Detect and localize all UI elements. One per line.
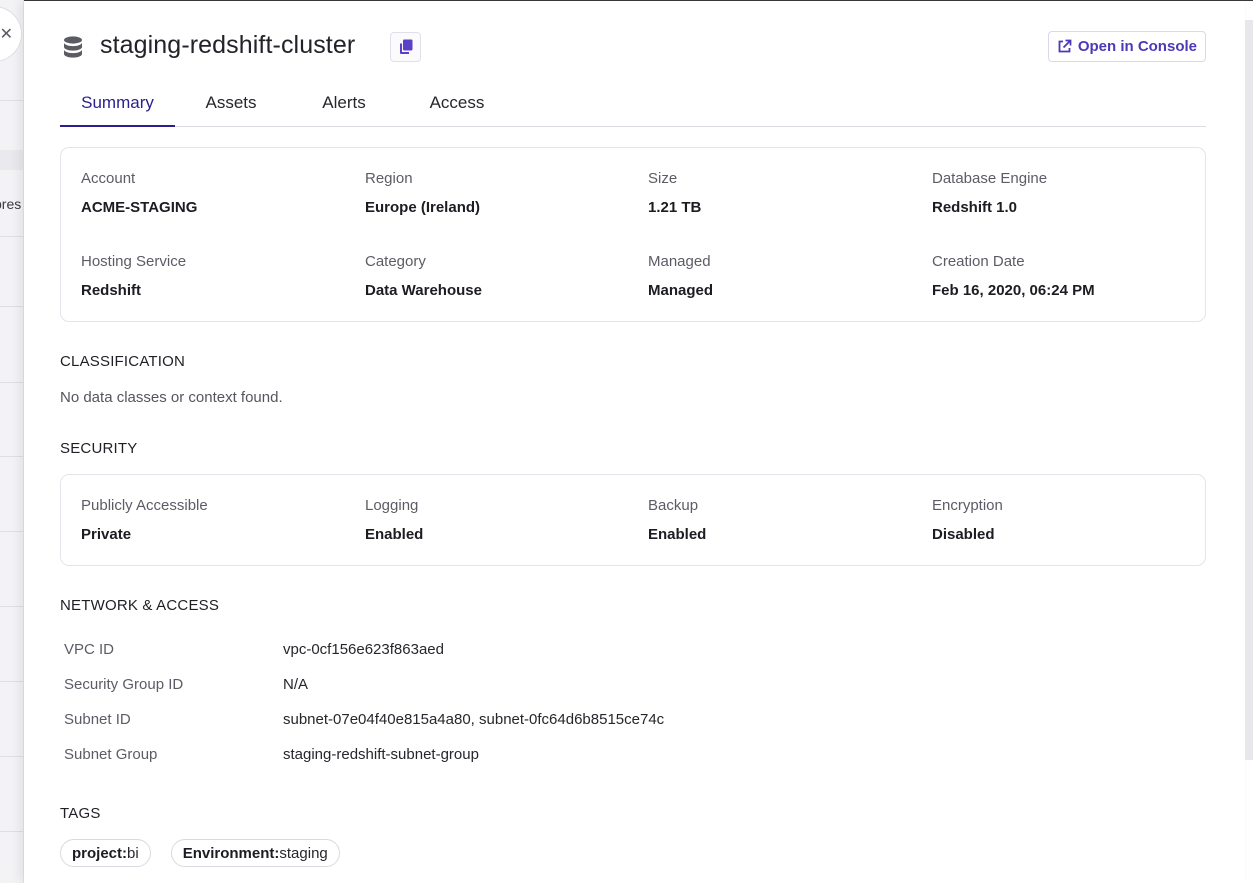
- overview-region: Region Europe (Ireland): [365, 170, 635, 216]
- overview-label: Hosting Service: [81, 253, 187, 270]
- network-key: Subnet ID: [64, 711, 131, 728]
- security-backup: Backup Enabled: [648, 497, 918, 543]
- overview-hosting-service: Hosting Service Redshift: [81, 253, 351, 299]
- background-truncated-text: pres: [0, 196, 22, 212]
- security-label: Backup: [648, 497, 699, 514]
- overview-label: Region: [365, 170, 413, 187]
- network-access-heading: NETWORK & ACCESS: [60, 597, 220, 614]
- scrollbar[interactable]: [1245, 20, 1253, 760]
- overview-account: Account ACME-STAGING: [81, 170, 351, 216]
- overview-label: Creation Date: [932, 253, 1025, 270]
- open-in-console-label: Open in Console: [1077, 38, 1197, 55]
- tag-list: project: bi Environment: staging: [60, 839, 340, 867]
- classification-empty-text: No data classes or context found.: [60, 389, 283, 406]
- tag-chip[interactable]: Environment: staging: [170, 839, 340, 867]
- close-icon: ✕: [0, 26, 13, 43]
- tab-alerts[interactable]: Alerts: [316, 79, 372, 127]
- overview-value: Managed: [648, 282, 714, 299]
- overview-managed: Managed Managed: [648, 253, 918, 299]
- tab-access[interactable]: Access: [426, 79, 488, 127]
- network-row-subnet-id: Subnet ID subnet-07e04f40e815a4a80, subn…: [64, 711, 1164, 731]
- overview-label: Category: [365, 253, 426, 270]
- overview-database-engine: Database Engine Redshift 1.0: [932, 170, 1202, 216]
- network-key: Subnet Group: [64, 746, 158, 763]
- overview-creation-date: Creation Date Feb 16, 2020, 06:24 PM: [932, 253, 1202, 299]
- security-value: Enabled: [648, 526, 707, 543]
- overview-value: Redshift: [81, 282, 141, 299]
- details-drawer: staging-redshift-cluster Open in Console…: [24, 1, 1245, 883]
- database-icon: [64, 36, 82, 58]
- copy-title-button[interactable]: [390, 32, 421, 62]
- overview-label: Size: [648, 170, 678, 187]
- network-row-vpc-id: VPC ID vpc-0cf156e623f863aed: [64, 641, 1164, 661]
- network-value: staging-redshift-subnet-group: [283, 746, 479, 763]
- drawer-header: staging-redshift-cluster Open in Console: [60, 29, 1206, 65]
- background-page: pres: [0, 0, 24, 883]
- security-value: Disabled: [932, 526, 995, 543]
- network-row-security-group-id: Security Group ID N/A: [64, 676, 1164, 696]
- network-key: Security Group ID: [64, 676, 184, 693]
- security-publicly-accessible: Publicly Accessible Private: [81, 497, 351, 543]
- resource-title: staging-redshift-cluster: [100, 31, 356, 59]
- overview-label: Managed: [648, 253, 711, 270]
- open-in-console-button[interactable]: Open in Console: [1047, 31, 1206, 62]
- tag-chip[interactable]: project: bi: [60, 839, 151, 867]
- overview-label: Database Engine: [932, 170, 1048, 187]
- network-value: subnet-07e04f40e815a4a80, subnet-0fc64d6…: [283, 711, 665, 728]
- security-label: Encryption: [932, 497, 1003, 514]
- security-value: Private: [81, 526, 132, 543]
- security-logging: Logging Enabled: [365, 497, 635, 543]
- tab-assets[interactable]: Assets: [200, 79, 262, 127]
- network-key: VPC ID: [64, 641, 115, 658]
- tag-key: project:: [72, 844, 128, 862]
- overview-size: Size 1.21 TB: [648, 170, 918, 216]
- tag-value: staging: [279, 844, 328, 862]
- security-card: Publicly Accessible Private Logging Enab…: [60, 474, 1206, 566]
- overview-card: Account ACME-STAGING Region Europe (Irel…: [60, 147, 1206, 322]
- overview-value: 1.21 TB: [648, 199, 702, 216]
- security-label: Publicly Accessible: [81, 497, 208, 514]
- tag-key: Environment:: [182, 844, 280, 862]
- overview-value: Europe (Ireland): [365, 199, 481, 216]
- classification-heading: CLASSIFICATION: [60, 353, 186, 370]
- tag-value: bi: [127, 844, 139, 862]
- security-label: Logging: [365, 497, 419, 514]
- overview-value: ACME-STAGING: [81, 199, 198, 216]
- network-value: vpc-0cf156e623f863aed: [283, 641, 444, 658]
- security-encryption: Encryption Disabled: [932, 497, 1202, 543]
- overview-value: Data Warehouse: [365, 282, 482, 299]
- overview-category: Category Data Warehouse: [365, 253, 635, 299]
- overview-value: Redshift 1.0: [932, 199, 1018, 216]
- overview-label: Account: [81, 170, 136, 187]
- tab-summary[interactable]: Summary: [60, 79, 175, 127]
- overview-value: Feb 16, 2020, 06:24 PM: [932, 282, 1095, 299]
- external-link-icon: [1058, 39, 1072, 53]
- security-value: Enabled: [365, 526, 424, 543]
- security-heading: SECURITY: [60, 440, 138, 457]
- network-row-subnet-group: Subnet Group staging-redshift-subnet-gro…: [64, 746, 1164, 766]
- tab-bar: Summary Assets Alerts Access: [60, 79, 1206, 127]
- tags-heading: TAGS: [60, 805, 101, 822]
- copy-icon: [399, 39, 412, 54]
- network-value: N/A: [283, 676, 309, 693]
